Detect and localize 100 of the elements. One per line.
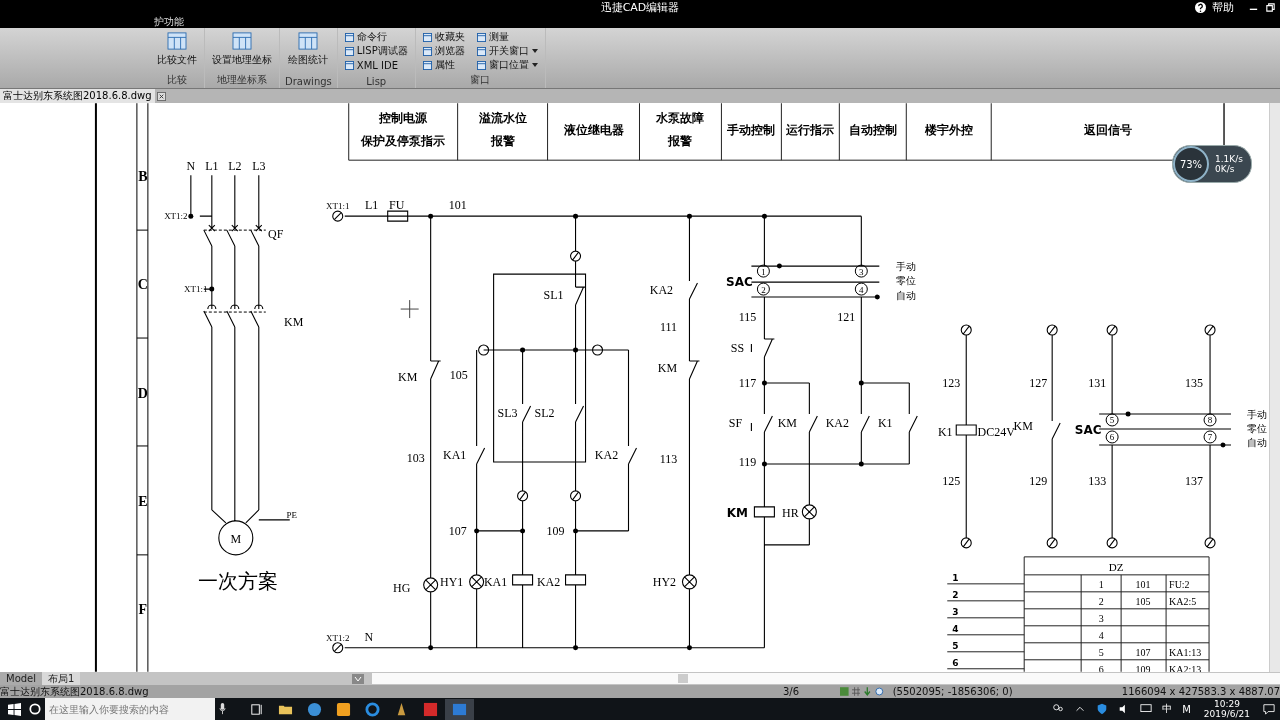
layout-tab[interactable]: Model: [0, 672, 43, 685]
grid-row-marker: D: [137, 386, 148, 401]
ribbon-button[interactable]: XML IDE: [342, 58, 410, 72]
table-cell: 105: [1135, 595, 1151, 607]
schematic-label: KA2: [594, 447, 619, 462]
schematic-label: KM: [284, 315, 304, 330]
dropdown-icon[interactable]: [352, 673, 364, 684]
schematic-label: 101: [448, 198, 467, 213]
ribbon-button[interactable]: 命令行: [342, 30, 410, 44]
ribbon-button[interactable]: 比较文件: [155, 30, 199, 69]
schematic-label: KM: [398, 370, 418, 384]
column-heading: 水泵故障 报警: [656, 111, 705, 149]
window-icon: [422, 60, 432, 70]
schematic-label: KA1: [483, 574, 508, 589]
schematic-label: SL2: [534, 406, 555, 420]
grid-icon[interactable]: [851, 687, 861, 696]
grid-row-marker: B: [138, 169, 148, 185]
schematic-label: 121: [837, 310, 856, 325]
cursor-coordinates: (5502095; -1856306; 0): [892, 685, 1014, 698]
terminal-number: 8: [1203, 413, 1217, 427]
table-title: DZ: [1108, 560, 1124, 573]
schematic-label: 手动: [896, 261, 917, 273]
shield-icon[interactable]: [1096, 703, 1109, 715]
ribbon-button[interactable]: 浏览器: [420, 44, 467, 58]
ribbon-group-label: 比较: [167, 73, 187, 87]
table-cell: 109: [1135, 663, 1151, 672]
column-heading: 楼宇外控: [924, 123, 973, 138]
table-cell: 101: [1135, 578, 1151, 590]
schematic-label: XT1:1: [184, 284, 208, 295]
schematic-label: SAC: [1074, 422, 1102, 437]
schematic-label: 117: [738, 376, 757, 390]
schematic-label: N: [364, 629, 374, 644]
ribbon-button[interactable]: 收藏夹: [420, 30, 467, 44]
table-cell: KA1:13: [1169, 646, 1202, 658]
monitor-icon[interactable]: [1140, 703, 1153, 715]
schematic-label: L3: [252, 159, 266, 174]
close-icon[interactable]: [156, 91, 166, 101]
layout-tab[interactable]: 布局1: [42, 672, 81, 685]
schematic-label: N: [186, 159, 196, 174]
restore-icon[interactable]: [1265, 2, 1276, 13]
ribbon-button[interactable]: 设置地理坐标: [210, 30, 274, 69]
input-method-indicator[interactable]: 中: [1162, 702, 1173, 716]
grid-row-marker: F: [138, 601, 148, 617]
schematic-label: XT1:2: [164, 211, 188, 222]
ribbon-group-label: 地理坐标系: [217, 73, 267, 87]
ribbon-button[interactable]: 测量: [474, 30, 540, 44]
schematic-label: KA2: [536, 574, 561, 589]
schematic-label: KM: [777, 415, 798, 430]
row-number: 4: [952, 623, 959, 634]
schematic-label: L1: [205, 159, 219, 174]
schematic-label: FU: [389, 198, 405, 213]
ribbon-button[interactable]: 窗口位置: [474, 58, 540, 72]
clock-date[interactable]: 2019/6/21: [1203, 709, 1250, 719]
schematic-label: 自动: [896, 290, 917, 302]
schematic-label: 手动: [1247, 409, 1267, 420]
table-cell: 2: [1098, 595, 1104, 607]
document-tab[interactable]: 富士达别东系统图2018.6.8.dwg: [0, 89, 155, 103]
windows-start-icon[interactable]: [8, 702, 21, 716]
ribbon-button[interactable]: 开关窗口: [474, 44, 540, 58]
caret-icon: [531, 63, 538, 67]
schematic-label: XT1:1: [326, 201, 350, 212]
ribbon-button[interactable]: 绘图统计: [286, 30, 331, 69]
schematic-label: 103: [406, 450, 425, 465]
terminal-number: 3: [854, 264, 868, 278]
help-link[interactable]: 帮助: [1212, 0, 1234, 15]
schematic-label: KM: [726, 505, 749, 520]
schematic-label: HG: [393, 580, 411, 595]
schematic-label: 107: [448, 523, 467, 538]
input-mode-indicator[interactable]: M: [1182, 703, 1191, 715]
ribbon-button[interactable]: 属性: [420, 58, 467, 72]
horizontal-scrollbar[interactable]: [372, 673, 1280, 684]
schematic-label: SAC: [726, 275, 753, 290]
table-cell: KA2:13: [1169, 663, 1202, 672]
column-heading: 运行指示: [786, 123, 835, 138]
circle-icon: [29, 703, 41, 715]
window-icon: [476, 32, 486, 42]
window-icon: [344, 46, 354, 56]
clock-time[interactable]: 10:29: [1213, 699, 1240, 709]
schematic-label: XT1:2: [326, 632, 350, 643]
microphone-icon[interactable]: [219, 703, 226, 715]
notification-icon[interactable]: [1263, 703, 1275, 715]
vertical-scrollbar[interactable]: [1269, 103, 1280, 672]
schematic-label: KM: [1013, 418, 1033, 433]
schematic-label: 123: [942, 376, 961, 390]
schematic-label: 127: [1029, 376, 1048, 390]
terminal-number: 7: [1203, 430, 1217, 444]
schematic-label: 113: [659, 451, 678, 466]
drawing-area[interactable]: [0, 103, 1280, 672]
ribbon-button[interactable]: LISP调试器: [342, 44, 410, 58]
menu-tab[interactable]: 护功能: [150, 15, 188, 28]
terminal-number: 4: [854, 282, 868, 296]
search-field[interactable]: 在这里输入你要搜索的内容: [45, 698, 215, 720]
page-indicator: 3/6: [783, 685, 801, 698]
schematic-label: SL1: [543, 288, 564, 303]
cad-app-icon[interactable]: [445, 698, 474, 720]
window-grid-icon: [298, 32, 319, 50]
terminal-number: 6: [1105, 430, 1119, 444]
terminal-number: 1: [756, 264, 770, 278]
help-icon[interactable]: [1195, 2, 1206, 13]
schematic-label: 125: [942, 473, 961, 488]
